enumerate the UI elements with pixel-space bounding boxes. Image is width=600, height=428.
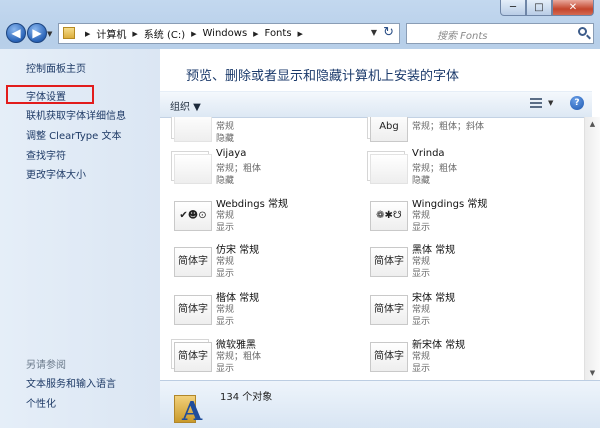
font-preview-icon: 简体字 — [174, 295, 212, 325]
font-preview-icon: Abg — [370, 117, 408, 142]
search-placeholder: 搜索 Fonts — [437, 31, 488, 42]
link-personalization[interactable]: 个性化 — [26, 395, 56, 410]
font-preview-icon: 简体字 — [174, 342, 212, 372]
fonts-folder-icon: A — [174, 387, 204, 427]
font-visibility: 隐藏 — [412, 176, 431, 186]
font-preview-icon — [174, 117, 212, 142]
breadcrumb-separator-icon[interactable]: ▶ — [132, 30, 137, 38]
font-visibility: 显示 — [216, 269, 235, 279]
font-visibility: 显示 — [412, 223, 431, 233]
font-item[interactable]: 简体字 宋体 常规 常规 显示 — [356, 289, 546, 333]
font-visibility: 显示 — [412, 364, 431, 374]
link-text-services[interactable]: 文本服务和输入语言 — [26, 375, 116, 390]
folder-icon — [63, 27, 75, 39]
font-preview-icon: ✔☻⊙ — [174, 201, 212, 231]
breadcrumb-separator-icon[interactable]: ▶ — [191, 30, 196, 38]
scroll-up-icon[interactable]: ▲ — [585, 117, 600, 131]
font-visibility: 显示 — [216, 223, 235, 233]
font-item[interactable]: ✔☻⊙ Webdings 常规 常规 显示 — [160, 195, 350, 239]
breadcrumb-separator-icon[interactable]: ▶ — [298, 30, 303, 38]
font-preview-icon: 简体字 — [370, 342, 408, 372]
font-item[interactable]: Vrinda 常规；粗体 隐藏 — [356, 148, 546, 192]
font-name: Vrinda — [412, 148, 445, 159]
font-visibility: 显示 — [412, 317, 431, 327]
refresh-icon[interactable]: ↻ — [383, 25, 394, 40]
font-item[interactable]: 简体字 仿宋 常规 常规 显示 — [160, 241, 350, 285]
font-preview-icon: 简体字 — [370, 295, 408, 325]
font-item[interactable]: 简体字 黑体 常规 常规 显示 — [356, 241, 546, 285]
organize-menu[interactable]: 组织 ▼ — [170, 98, 201, 113]
highlight-annotation — [6, 85, 94, 104]
font-item[interactable]: 简体字 新宋体 常规 常规 显示 — [356, 336, 546, 380]
font-visibility: 隐藏 — [216, 134, 235, 144]
font-preview-icon — [370, 154, 408, 184]
font-item[interactable]: Vijaya 常规；粗体 隐藏 — [160, 148, 350, 192]
font-item[interactable]: 简体字 楷体 常规 常规 显示 — [160, 289, 350, 333]
search-box[interactable]: 搜索 Fonts — [406, 23, 594, 44]
breadcrumb: ▶ 计算机 ▶ 系统 (C:) ▶ Windows ▶ Fonts ▶ — [79, 24, 309, 43]
link-change-font-size[interactable]: 更改字体大小 — [26, 166, 86, 181]
close-button[interactable]: ✕ — [552, 0, 594, 16]
object-count: 134 个对象 — [220, 392, 273, 403]
breadcrumb-item-system-drive[interactable]: 系统 (C:) — [144, 26, 185, 41]
font-visibility: 显示 — [412, 269, 431, 279]
scroll-down-icon[interactable]: ▼ — [585, 366, 600, 380]
font-preview-icon: 简体字 — [174, 247, 212, 277]
breadcrumb-item-fonts[interactable]: Fonts — [265, 28, 292, 39]
font-preview-icon — [174, 154, 212, 184]
forward-button[interactable]: ▶ — [27, 23, 47, 43]
organize-label: 组织 — [170, 102, 190, 113]
explorer-window: ─ □ ✕ ◀ ▶ ▼ ▶ 计算机 ▶ 系统 (C:) ▶ Windows ▶ … — [0, 0, 600, 428]
back-button[interactable]: ◀ — [6, 23, 26, 43]
navigation-bar: ◀ ▶ ▼ ▶ 计算机 ▶ 系统 (C:) ▶ Windows ▶ Fonts … — [0, 20, 600, 48]
breadcrumb-separator-icon[interactable]: ▶ — [253, 30, 258, 38]
address-history-dropdown-icon[interactable]: ▼ — [371, 28, 377, 37]
link-adjust-cleartype[interactable]: 调整 ClearType 文本 — [26, 127, 121, 142]
vertical-scrollbar[interactable]: ▲ ▼ — [584, 117, 600, 380]
link-find-character[interactable]: 查找字符 — [26, 147, 66, 162]
font-styles: 常规；粗体；斜体 — [412, 122, 485, 132]
breadcrumb-separator-icon[interactable]: ▶ — [85, 30, 90, 38]
link-control-panel-home[interactable]: 控制面板主页 — [26, 60, 86, 75]
font-visibility: 显示 — [216, 317, 235, 327]
breadcrumb-item-computer[interactable]: 计算机 — [96, 26, 126, 41]
breadcrumb-item-windows[interactable]: Windows — [203, 28, 248, 39]
page-title: 预览、删除或者显示和隐藏计算机上安装的字体 — [186, 69, 460, 84]
details-pane: A 134 个对象 — [160, 380, 600, 428]
view-dropdown-icon[interactable]: ▼ — [548, 99, 553, 107]
content-pane: 预览、删除或者显示和隐藏计算机上安装的字体 组织 ▼ ▼ ? 常规 隐藏 Abg… — [160, 49, 600, 428]
font-preview-icon: 简体字 — [370, 247, 408, 277]
font-preview-icon: ❁✱☋ — [370, 201, 408, 231]
address-bar[interactable]: ▶ 计算机 ▶ 系统 (C:) ▶ Windows ▶ Fonts ▶ ▼ ↻ — [58, 23, 400, 44]
font-item[interactable]: Abg 常规；粗体；斜体 — [356, 117, 546, 150]
link-get-font-info-online[interactable]: 联机获取字体详细信息 — [26, 107, 126, 122]
help-icon[interactable]: ? — [570, 96, 584, 110]
font-list: 常规 隐藏 Abg 常规；粗体；斜体 Vijaya 常规；粗体 隐藏 Vrind… — [160, 117, 584, 380]
maximize-button[interactable]: □ — [526, 0, 552, 16]
font-item[interactable]: 简体字 微软雅黑 常规；粗体 显示 — [160, 336, 350, 380]
search-icon[interactable] — [578, 27, 587, 36]
view-options-icon[interactable] — [530, 98, 542, 108]
see-also-heading: 另请参阅 — [26, 360, 66, 371]
recent-pages-dropdown[interactable]: ▼ — [47, 30, 52, 38]
window-controls: ─ □ ✕ — [500, 0, 594, 17]
minimize-button[interactable]: ─ — [500, 0, 526, 16]
font-visibility: 隐藏 — [216, 176, 235, 186]
command-bar: 组织 ▼ ▼ ? — [160, 91, 592, 118]
font-name: Vijaya — [216, 148, 247, 159]
font-visibility: 显示 — [216, 364, 235, 374]
left-pane: 控制面板主页 字体设置 联机获取字体详细信息 调整 ClearType 文本 查… — [0, 49, 160, 428]
font-item[interactable]: ❁✱☋ Wingdings 常规 常规 显示 — [356, 195, 546, 239]
font-item[interactable]: 常规 隐藏 — [160, 117, 350, 150]
